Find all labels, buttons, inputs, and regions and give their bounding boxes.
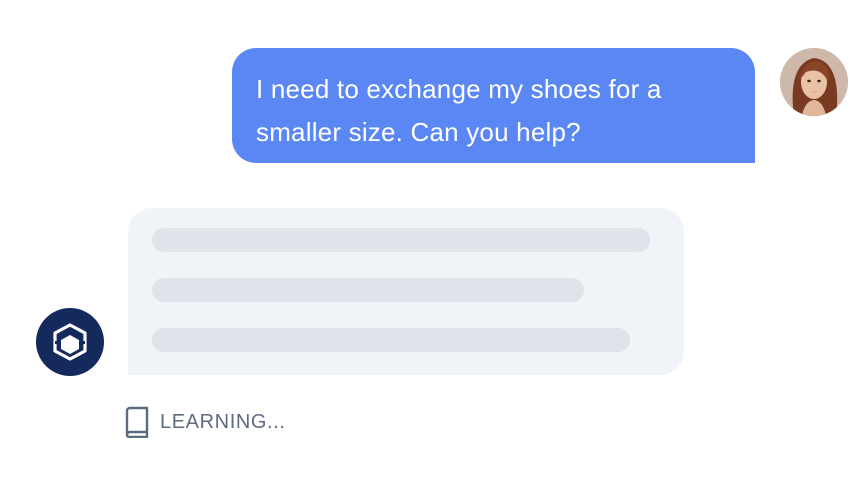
learning-status: LEARNING... xyxy=(124,406,286,438)
skeleton-line xyxy=(152,278,584,302)
bot-logo-icon xyxy=(53,323,87,361)
user-photo-avatar xyxy=(780,48,848,116)
chat-window: I need to exchange my shoes for a smalle… xyxy=(0,0,860,477)
user-message-bubble: I need to exchange my shoes for a smalle… xyxy=(232,48,755,163)
skeleton-line xyxy=(152,328,630,352)
user-avatar xyxy=(780,48,848,116)
assistant-loading-bubble xyxy=(128,208,684,375)
book-icon xyxy=(124,406,150,438)
skeleton-line xyxy=(152,228,650,252)
bot-avatar xyxy=(36,308,104,376)
status-label: LEARNING... xyxy=(160,410,286,433)
